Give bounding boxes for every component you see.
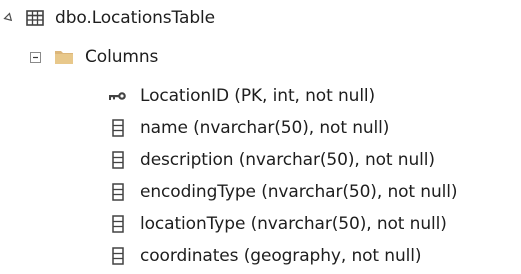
table-node-label: dbo.LocationsTable xyxy=(55,8,216,28)
column-row[interactable]: LocationID (PK, int, not null) xyxy=(0,81,521,111)
object-explorer-tree: dbo.LocationsTable Columns LocationID (P… xyxy=(0,0,521,274)
column-row[interactable]: description (nvarchar(50), not null) xyxy=(0,145,521,175)
collapse-expander-icon[interactable] xyxy=(3,12,16,25)
column-row[interactable]: locationType (nvarchar(50), not null) xyxy=(0,209,521,239)
column-row[interactable]: coordinates (geography, not null) xyxy=(0,241,521,271)
column-label: locationType (nvarchar(50), not null) xyxy=(140,214,447,234)
column-icon xyxy=(111,118,125,138)
column-icon xyxy=(111,246,125,266)
column-icon xyxy=(111,150,125,170)
column-icon xyxy=(111,214,125,234)
folder-icon xyxy=(53,47,75,67)
tree-node-columns-folder[interactable]: Columns xyxy=(0,42,300,72)
column-label: name (nvarchar(50), not null) xyxy=(140,118,390,138)
column-row[interactable]: encodingType (nvarchar(50), not null) xyxy=(0,177,521,207)
column-label: encodingType (nvarchar(50), not null) xyxy=(140,182,458,202)
column-row[interactable]: name (nvarchar(50), not null) xyxy=(0,113,521,143)
tree-node-locations-table[interactable]: dbo.LocationsTable xyxy=(0,3,300,33)
primary-key-icon xyxy=(108,88,128,104)
column-label: LocationID (PK, int, not null) xyxy=(140,86,376,106)
column-label: coordinates (geography, not null) xyxy=(140,246,422,266)
columns-folder-label: Columns xyxy=(85,47,159,67)
table-icon xyxy=(25,8,45,28)
column-icon xyxy=(111,182,125,202)
column-label: description (nvarchar(50), not null) xyxy=(140,150,435,170)
collapse-box-icon[interactable] xyxy=(29,51,42,64)
